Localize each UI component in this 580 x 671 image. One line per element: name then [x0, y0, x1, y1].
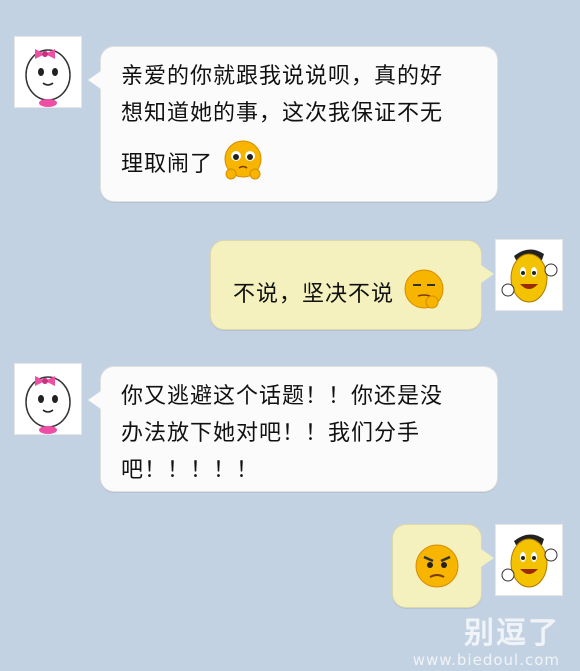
- watermark: 别逗了 www.biedoul.com: [412, 616, 560, 670]
- pleading-emoji-icon: [221, 138, 265, 192]
- angry-frown-emoji-icon: [413, 542, 461, 602]
- message-text-line: 吧！！！！！: [121, 458, 260, 483]
- bubble-tail: [88, 71, 101, 89]
- message-text-line: 你又逃避这个话题！！你还是没: [121, 384, 444, 409]
- watermark-title: 别逗了: [464, 616, 560, 651]
- watermark-url: www.biedoul.com: [412, 651, 560, 669]
- message-text-line: 亲爱的你就跟我说说呗，真的好: [121, 64, 444, 89]
- bubble-tail: [88, 391, 101, 409]
- message-bubble-incoming[interactable]: 亲爱的你就跟我说说呗，真的好 想知道她的事，这次我保证不无 理取闹了: [88, 46, 498, 202]
- message-bubble-outgoing[interactable]: [392, 524, 494, 608]
- boy-avatar[interactable]: [495, 239, 563, 311]
- girl-avatar[interactable]: [14, 363, 82, 435]
- bubble-tail: [481, 549, 494, 567]
- message-text: 不说，坚决不说: [233, 282, 395, 307]
- boy-avatar-icon: [501, 249, 558, 303]
- bubble-tail: [481, 265, 494, 283]
- message-text-line: 想知道她的事，这次我保证不无: [121, 101, 444, 126]
- smug-thinking-emoji-icon: [402, 267, 446, 323]
- girl-avatar-icon: [25, 376, 71, 434]
- message-text-line: 办法放下她对吧！！我们分手: [121, 421, 421, 446]
- boy-avatar-icon: [501, 534, 558, 588]
- girl-avatar[interactable]: [14, 36, 82, 108]
- message-bubble-outgoing[interactable]: 不说，坚决不说: [210, 240, 494, 330]
- girl-avatar-icon: [25, 49, 71, 107]
- message-text-line: 理取闹了: [121, 152, 214, 177]
- message-bubble-incoming[interactable]: 你又逃避这个话题！！你还是没 办法放下她对吧！！我们分手 吧！！！！！: [88, 366, 498, 492]
- boy-avatar[interactable]: [495, 524, 563, 596]
